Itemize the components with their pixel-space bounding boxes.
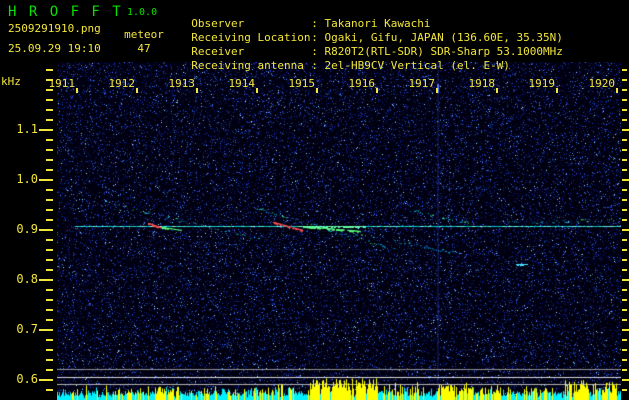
freq-tick-label: 0.7: [16, 322, 38, 336]
echo-count: 47: [137, 42, 151, 55]
freq-tick-label: 0.6: [16, 372, 38, 386]
freq-tick-minor: [46, 349, 53, 351]
freq-tick-minor: [46, 289, 53, 291]
freq-tick-minor: [46, 159, 53, 161]
right-tick: [622, 279, 629, 281]
freq-tick-minor: [46, 199, 53, 201]
app-title: H R O F F T: [8, 4, 123, 20]
right-tick: [622, 129, 629, 131]
freq-tick-minor: [46, 339, 53, 341]
right-tick: [622, 119, 627, 121]
freq-tick-minor: [46, 299, 53, 301]
right-tick: [622, 289, 627, 291]
info-row-antenna: Receiving antenna: 2el-HB9CV Vertical (e…: [178, 46, 510, 72]
info-value: 2el-HB9CV Vertical (el. E-W): [324, 59, 510, 72]
right-tick: [622, 359, 627, 361]
mode-label: meteor: [124, 28, 164, 41]
right-tick: [622, 189, 627, 191]
freq-tick-minor: [46, 389, 53, 391]
right-tick: [622, 139, 627, 141]
freq-tick-minor: [46, 219, 53, 221]
freq-tick-minor: [46, 109, 53, 111]
output-filename: 2509291910.png: [8, 22, 101, 35]
freq-tick-minor: [46, 309, 53, 311]
freq-tick-major: [39, 329, 53, 331]
info-colon: :: [311, 59, 325, 72]
freq-tick-major: [39, 379, 53, 381]
freq-tick-minor: [46, 369, 53, 371]
freq-tick-minor: [46, 189, 53, 191]
freq-tick-label: 1.1: [16, 122, 38, 136]
freq-tick-major: [39, 279, 53, 281]
right-tick: [622, 369, 627, 371]
right-tick: [622, 69, 627, 71]
freq-tick-minor: [46, 319, 53, 321]
info-label: Receiving antenna: [191, 59, 304, 72]
freq-tick-minor: [46, 69, 53, 71]
right-tick: [622, 259, 627, 261]
app-version: 1.0.0: [127, 7, 158, 18]
right-tick: [622, 329, 629, 331]
datetime-label: 25.09.29 19:10: [8, 42, 101, 55]
right-tick: [622, 389, 627, 391]
freq-tick-minor: [46, 89, 53, 91]
spectrogram-canvas: [57, 62, 621, 400]
freq-tick-minor: [46, 149, 53, 151]
freq-tick-minor: [46, 359, 53, 361]
freq-tick-minor: [46, 79, 53, 81]
freq-tick-minor: [46, 99, 53, 101]
right-tick: [622, 229, 629, 231]
right-tick: [622, 99, 627, 101]
right-tick: [622, 179, 629, 181]
right-tick: [622, 379, 629, 381]
freq-tick-minor: [46, 169, 53, 171]
freq-tick-minor: [46, 249, 53, 251]
hrofft-screen: { "app": { "title": "H R O F F T", "vers…: [0, 0, 629, 400]
freq-tick-label: 0.8: [16, 272, 38, 286]
freq-tick-minor: [46, 119, 53, 121]
right-tick: [622, 249, 627, 251]
right-tick: [622, 79, 627, 81]
right-tick: [622, 209, 627, 211]
freq-tick-label: 1.0: [16, 172, 38, 186]
right-tick: [622, 109, 627, 111]
right-tick: [622, 149, 627, 151]
right-tick: [622, 349, 627, 351]
freq-tick-minor: [46, 259, 53, 261]
right-tick: [622, 269, 627, 271]
freq-tick-minor: [46, 209, 53, 211]
right-tick: [622, 309, 627, 311]
freq-tick-minor: [46, 239, 53, 241]
freq-tick-minor: [46, 269, 53, 271]
right-tick: [622, 159, 627, 161]
freq-tick-major: [39, 229, 53, 231]
freq-tick-label: 0.9: [16, 222, 38, 236]
freq-tick-major: [39, 129, 53, 131]
right-tick: [622, 299, 627, 301]
right-tick: [622, 239, 627, 241]
right-tick: [622, 169, 627, 171]
right-tick: [622, 219, 627, 221]
right-tick: [622, 319, 627, 321]
right-tick: [622, 339, 627, 341]
freq-tick-major: [39, 179, 53, 181]
frequency-axis-unit: kHz: [1, 75, 21, 88]
right-tick: [622, 199, 627, 201]
right-tick: [622, 89, 627, 91]
freq-tick-minor: [46, 139, 53, 141]
